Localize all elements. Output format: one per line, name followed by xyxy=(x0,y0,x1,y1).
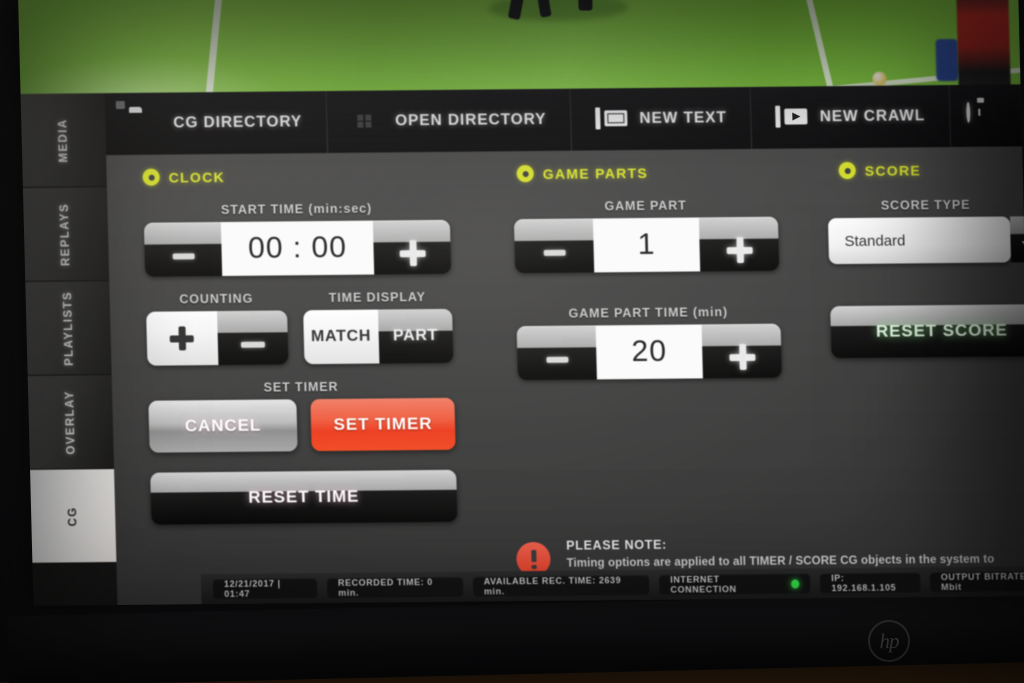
status-ip: IP: 192.168.1.105 xyxy=(820,572,921,594)
sidebar-item-label: PLAYLISTS xyxy=(61,290,76,366)
sidebar-item-label: OVERLAY xyxy=(64,389,78,455)
set-timer-label: SET TIMER xyxy=(263,379,339,395)
sidebar-item-cg[interactable]: CG xyxy=(30,469,117,564)
game-parts-section-header: GAME PARTS xyxy=(494,149,795,183)
counting-toggle[interactable] xyxy=(146,310,289,366)
toolbar-label: NEW TEXT xyxy=(639,109,727,128)
game-part-decrement-button[interactable] xyxy=(514,218,594,273)
game-part-time-increment-button[interactable] xyxy=(702,324,782,379)
toolbar-button-cg-directory[interactable]: CG DIRECTORY xyxy=(104,91,328,156)
game-part-value[interactable]: 1 xyxy=(592,217,701,273)
sidebar-item-overlay[interactable]: OVERLAY xyxy=(27,375,115,470)
start-time-value[interactable]: 00 : 00 xyxy=(220,220,375,277)
start-time-stepper[interactable]: 00 : 00 xyxy=(143,219,452,277)
cg-application: MEDIA REPLAYS PLAYLISTS OVERLAY CG CG DI… xyxy=(20,84,1024,606)
score-type-value: Standard xyxy=(844,231,906,250)
gear-icon xyxy=(516,165,534,183)
toolbar-label: CG DIRECTORY xyxy=(173,113,303,132)
start-time-increment-button[interactable] xyxy=(373,220,451,275)
counting-down-button[interactable] xyxy=(216,310,289,366)
clock-section-title: CLOCK xyxy=(168,168,226,186)
crawl-object-icon xyxy=(775,105,806,129)
player-figure xyxy=(578,0,593,11)
status-recorded-time: RECORDED TIME: 0 min. xyxy=(326,576,464,598)
score-section: SCORE SCORE TYPE Standard RESET SCORE xyxy=(816,146,1024,359)
sidebar-item-media[interactable]: MEDIA xyxy=(20,93,107,188)
game-part-time-value[interactable]: 20 xyxy=(595,324,703,380)
sidebar-item-replays[interactable]: REPLAYS xyxy=(22,187,110,282)
sidebar-item-playlists[interactable]: PLAYLISTS xyxy=(25,281,112,376)
counting-up-button[interactable] xyxy=(146,311,218,366)
cancel-button[interactable]: CANCEL xyxy=(148,399,298,453)
sidebar-item-label: REPLAYS xyxy=(59,202,73,266)
monitor-screen: MEDIA REPLAYS PLAYLISTS OVERLAY CG CG DI… xyxy=(18,0,1024,606)
game-parts-section-title: GAME PARTS xyxy=(542,164,649,182)
score-type-label: SCORE TYPE xyxy=(880,197,971,213)
clock-section: CLOCK START TIME (min:sec) 00 : 00 COUNT… xyxy=(120,152,479,525)
counting-label: COUNTING xyxy=(179,291,254,307)
stopwatch-icon xyxy=(965,101,993,128)
gear-icon xyxy=(838,161,856,180)
toolbar-button-new-crawl[interactable]: NEW CRAWL xyxy=(750,85,951,149)
toolbar-label: NEW CRAWL xyxy=(819,107,926,126)
game-part-time-stepper[interactable]: 20 xyxy=(516,323,782,381)
ball xyxy=(872,71,887,86)
sidebar: MEDIA REPLAYS PLAYLISTS OVERLAY CG xyxy=(20,93,118,606)
start-time-decrement-button[interactable] xyxy=(144,222,222,277)
photo-scene: hp MEDIA REPLAYS PLAYLISTS OVERLAY CG CG… xyxy=(0,0,1024,683)
status-available-rec-time: AVAILABLE REC. TIME: 2639 min. xyxy=(472,574,650,597)
start-time-label: START TIME (min:sec) xyxy=(220,201,373,218)
status-internet-connection: INTERNET CONNECTION xyxy=(659,573,811,595)
player-figure xyxy=(935,38,959,82)
time-display-toggle[interactable]: MATCH PART xyxy=(303,308,454,365)
sidebar-item-label: MEDIA xyxy=(57,117,71,163)
time-display-part-button[interactable]: PART xyxy=(377,308,454,364)
cg-settings-panel: CLOCK START TIME (min:sec) 00 : 00 COUNT… xyxy=(106,146,1024,605)
score-section-header: SCORE xyxy=(816,146,1023,180)
text-object-icon xyxy=(595,107,626,131)
folder-icon xyxy=(129,112,160,136)
score-section-title: SCORE xyxy=(864,161,922,179)
time-display-label: TIME DISPLAY xyxy=(328,290,427,305)
reset-score-button[interactable]: RESET SCORE xyxy=(830,304,1024,359)
game-part-label: GAME PART xyxy=(604,198,687,214)
game-part-time-decrement-button[interactable] xyxy=(517,325,597,380)
toolbar-label: OPEN DIRECTORY xyxy=(394,110,547,130)
connection-led-icon xyxy=(790,578,800,589)
chevron-down-icon[interactable] xyxy=(1009,216,1024,263)
clock-section-header: CLOCK xyxy=(120,152,471,186)
toolbar-button-open-directory[interactable]: OPEN DIRECTORY xyxy=(326,88,573,154)
time-display-match-button[interactable]: MATCH xyxy=(303,309,379,365)
set-timer-button[interactable]: SET TIMER xyxy=(310,397,456,452)
toolbar: CG DIRECTORY OPEN DIRECTORY NEW TEXT NEW… xyxy=(104,84,1023,156)
game-parts-section: GAME PARTS GAME PART 1 GAME PART TIME (m… xyxy=(494,149,800,381)
game-part-time-label: GAME PART TIME (min) xyxy=(568,305,729,321)
note-title: PLEASE NOTE: xyxy=(565,537,668,553)
sidebar-item-label: CG xyxy=(66,505,80,527)
score-type-select[interactable]: Standard xyxy=(827,216,1024,265)
status-internet-label: INTERNET CONNECTION xyxy=(670,574,737,595)
game-part-increment-button[interactable] xyxy=(699,217,779,272)
game-part-stepper[interactable]: 1 xyxy=(513,216,780,274)
toolbar-button-new-text[interactable]: NEW TEXT xyxy=(570,86,753,151)
reset-time-button[interactable]: RESET TIME xyxy=(150,469,458,525)
status-datetime: 12/21/2017 | 01:47 xyxy=(212,578,318,600)
windows-explorer-icon xyxy=(351,110,382,134)
toolbar-button-timer[interactable] xyxy=(949,84,1009,147)
gear-icon xyxy=(142,168,160,186)
status-output-bitrate: OUTPUT BITRATE: 3 Mbit / 3 Mbit xyxy=(929,570,1024,593)
